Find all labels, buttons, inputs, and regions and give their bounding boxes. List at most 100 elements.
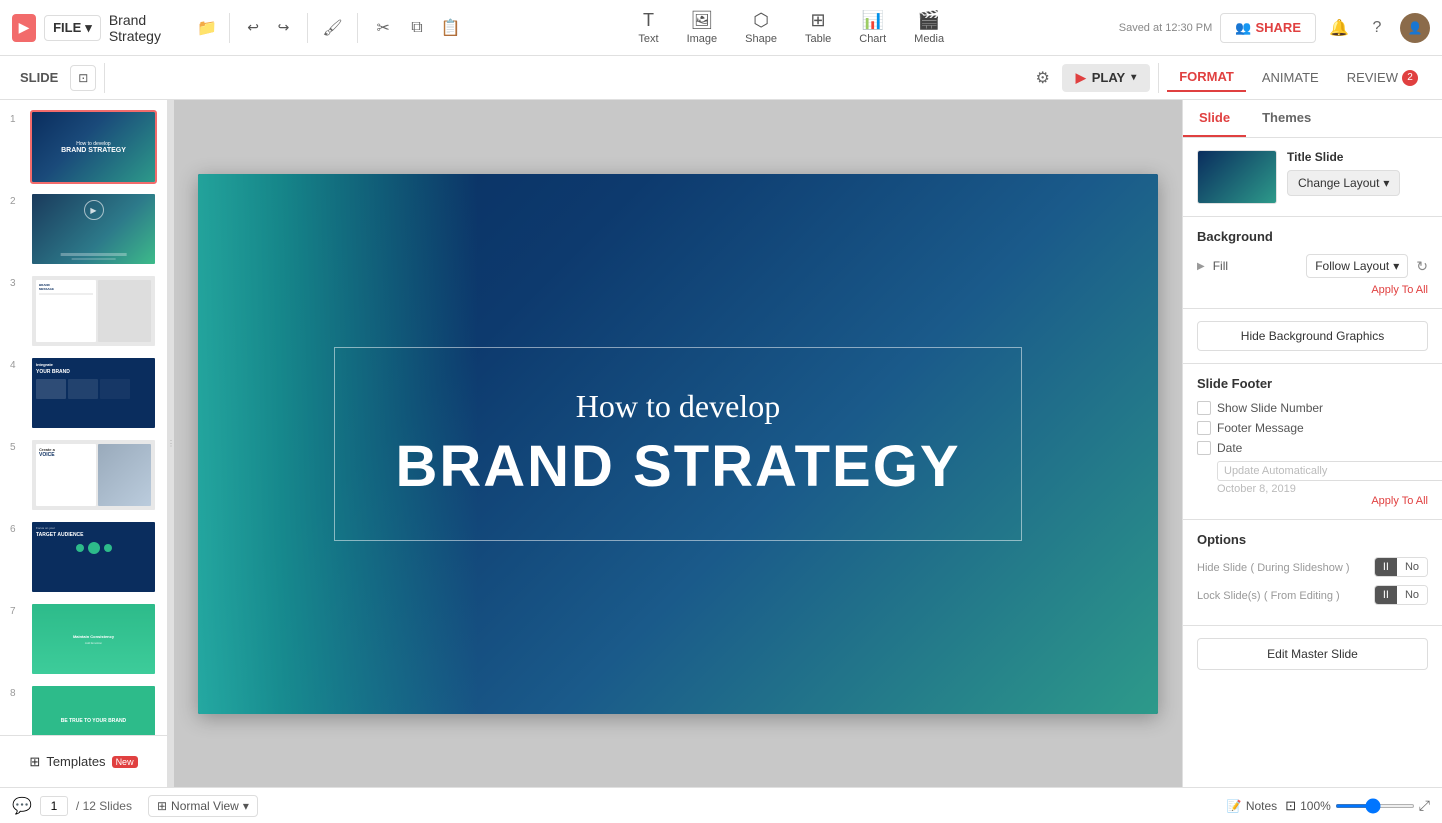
notifications-button[interactable]: 🔔: [1324, 13, 1354, 43]
notes-button[interactable]: 📝 Notes: [1227, 799, 1277, 813]
fullscreen-icon[interactable]: ⤢: [1419, 797, 1430, 814]
file-menu-button[interactable]: FILE ▾: [44, 15, 101, 41]
fill-expand-icon: ▶: [1197, 261, 1205, 272]
date-auto-input[interactable]: Update Automatically: [1217, 461, 1442, 481]
shape-tool[interactable]: ⬡ Shape: [733, 6, 789, 49]
slide-text-box[interactable]: How to develop BRAND STRATEGY: [334, 347, 1021, 541]
slide1-big-text: BRAND STRATEGY: [61, 147, 126, 154]
second-toolbar: SLIDE ⊡ ⚙ ▶ PLAY ▾ FORMAT ANIMATE REVIEW…: [0, 56, 1442, 100]
bottom-bar: 💬 / 12 Slides ⊞ Normal View ▾ 📝 Notes ⊡ …: [0, 787, 1442, 823]
slide-canvas[interactable]: How to develop BRAND STRATEGY: [198, 174, 1158, 714]
slide-thumb-2[interactable]: 2 ▶: [8, 190, 159, 268]
slide-preview-5[interactable]: Create a VOICE: [30, 438, 157, 512]
text-tool[interactable]: T Text: [626, 6, 670, 49]
page-number-input[interactable]: [40, 796, 68, 816]
table-icon: ⊞: [811, 10, 826, 31]
fill-option-text: Follow Layout: [1315, 259, 1389, 273]
layout-name: Title Slide: [1287, 150, 1428, 164]
background-title: Background: [1197, 229, 1428, 244]
options-section: Options Hide Slide ( During Slideshow ) …: [1183, 520, 1442, 626]
undo-button[interactable]: ↩: [242, 15, 264, 41]
hide-background-graphics-button[interactable]: Hide Background Graphics: [1197, 321, 1428, 351]
hide-slide-label: Hide Slide ( During Slideshow ): [1197, 560, 1368, 574]
slide-preview-1[interactable]: How to develop BRAND STRATEGY: [30, 110, 157, 184]
divider: [357, 13, 358, 43]
tab-review[interactable]: REVIEW 2: [1335, 64, 1430, 92]
lock-slide-toggle-no[interactable]: No: [1397, 586, 1427, 604]
image-label: Image: [687, 33, 718, 45]
change-layout-button[interactable]: Change Layout ▾: [1287, 170, 1400, 196]
image-tool[interactable]: 🖼 Image: [675, 6, 730, 49]
slide-preview-2[interactable]: ▶: [30, 192, 157, 266]
tab-format[interactable]: FORMAT: [1167, 63, 1246, 92]
fill-dropdown[interactable]: Follow Layout ▾: [1306, 254, 1408, 278]
slide-preview-4[interactable]: Integrate YOUR BRAND: [30, 356, 157, 430]
chart-tool[interactable]: 📊 Chart: [847, 6, 898, 49]
cut-button[interactable]: ✂: [370, 13, 396, 43]
redo-button[interactable]: ↪: [272, 15, 294, 41]
lock-slide-toggle-ii[interactable]: II: [1375, 586, 1397, 604]
lock-slide-label: Lock Slide(s) ( From Editing ): [1197, 588, 1368, 602]
hide-slide-toggle-no[interactable]: No: [1397, 558, 1427, 576]
view-selector[interactable]: ⊞ Normal View ▾: [148, 795, 258, 817]
copy-button[interactable]: ⧉: [404, 13, 430, 43]
view-grid-icon: ⊞: [157, 799, 167, 813]
table-tool[interactable]: ⊞ Table: [793, 6, 843, 49]
show-slide-number-row: Show Slide Number: [1197, 401, 1428, 415]
tab-slide[interactable]: Slide: [1183, 100, 1246, 137]
comments-icon[interactable]: 💬: [12, 796, 32, 816]
slide-themes-tabs: Slide Themes: [1183, 100, 1442, 138]
templates-button[interactable]: ⊞ Templates New: [0, 735, 167, 787]
slide-preview-7[interactable]: Maintain Consistency Add Emotion: [30, 602, 157, 676]
settings-button[interactable]: ⚙: [1028, 63, 1058, 93]
slide-thumb-3[interactable]: 3 BRAND MESSAGE: [8, 272, 159, 350]
slide-number-6: 6: [10, 520, 24, 535]
view-chevron-icon: ▾: [243, 799, 249, 813]
hide-slide-toggle-ii[interactable]: II: [1375, 558, 1397, 576]
slide-thumb-6[interactable]: 6 Focus on your TARGET AUDIENCE: [8, 518, 159, 596]
slide-preview-6[interactable]: Focus on your TARGET AUDIENCE: [30, 520, 157, 594]
paste-button[interactable]: 📋: [438, 13, 464, 43]
user-avatar[interactable]: 👤: [1400, 13, 1430, 43]
slides-list: 1 How to develop BRAND STRATEGY 2 ▶: [0, 100, 167, 735]
share-button[interactable]: 👥 SHARE: [1220, 13, 1316, 43]
format-paint-button[interactable]: 🖌: [320, 13, 346, 43]
logo-button[interactable]: ▶: [12, 14, 36, 42]
tab-themes[interactable]: Themes: [1246, 100, 1327, 137]
play-button[interactable]: ▶ PLAY ▾: [1062, 64, 1151, 92]
bottom-right: 📝 Notes ⊡ 100% ⤢: [1227, 797, 1430, 814]
help-button[interactable]: ?: [1362, 13, 1392, 43]
slide-thumb-8[interactable]: 8 BE TRUE TO YOUR BRAND: [8, 682, 159, 735]
apply-to-all-link[interactable]: Apply To All: [1197, 284, 1428, 296]
tab-animate[interactable]: ANIMATE: [1250, 64, 1331, 91]
text-label: Text: [638, 33, 658, 45]
saved-status: Saved at 12:30 PM: [1119, 22, 1213, 34]
footer-message-checkbox[interactable]: [1197, 421, 1211, 435]
footer-apply-to-all-link[interactable]: Apply To All: [1197, 495, 1428, 507]
slide-number-8: 8: [10, 684, 24, 699]
slide-preview-8[interactable]: BE TRUE TO YOUR BRAND: [30, 684, 157, 735]
hide-slide-row: Hide Slide ( During Slideshow ) II No: [1197, 557, 1428, 577]
notes-label: Notes: [1246, 799, 1277, 813]
slide-number-7: 7: [10, 602, 24, 617]
zoom-slider[interactable]: [1335, 804, 1415, 808]
slide-thumb-7[interactable]: 7 Maintain Consistency Add Emotion: [8, 600, 159, 678]
slide-title-text: BRAND STRATEGY: [395, 433, 960, 500]
layout-section: Title Slide Change Layout ▾: [1183, 138, 1442, 217]
media-tool[interactable]: 🎬 Media: [902, 6, 956, 49]
sync-icon[interactable]: ↻: [1416, 258, 1428, 275]
table-label: Table: [805, 33, 831, 45]
share-people-icon: 👥: [1235, 20, 1251, 36]
slide-thumb-4[interactable]: 4 Integrate YOUR BRAND: [8, 354, 159, 432]
slide-preview-3[interactable]: BRAND MESSAGE: [30, 274, 157, 348]
slide-number-5: 5: [10, 438, 24, 453]
slide-thumb-5[interactable]: 5 Create a VOICE: [8, 436, 159, 514]
background-section: Background ▶ Fill Follow Layout ▾ ↻ Appl…: [1183, 217, 1442, 309]
edit-master-slide-button[interactable]: Edit Master Slide: [1197, 638, 1428, 670]
show-slide-number-checkbox[interactable]: [1197, 401, 1211, 415]
slide-thumb-1[interactable]: 1 How to develop BRAND STRATEGY: [8, 108, 159, 186]
zoom-area: ⊡ 100% ⤢: [1285, 797, 1430, 814]
slide-number-2: 2: [10, 192, 24, 207]
date-checkbox[interactable]: [1197, 441, 1211, 455]
slide-fit-button[interactable]: ⊡: [70, 65, 96, 91]
